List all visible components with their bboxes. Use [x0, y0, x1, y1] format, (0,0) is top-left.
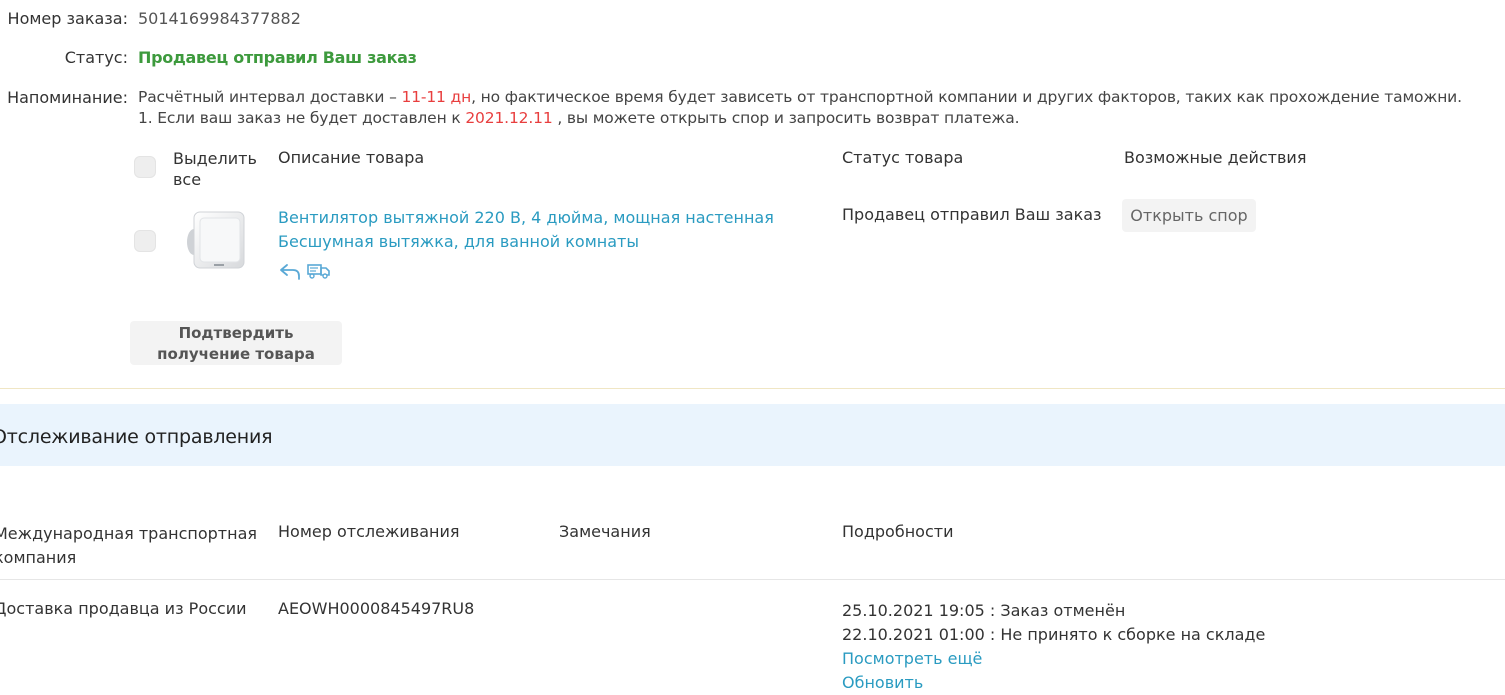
carrier-name: Доставка продавца из России — [0, 599, 247, 618]
deadline-date: 2021.12.11 — [465, 109, 553, 127]
tracking-number: AEOWH0000845497RU8 — [278, 599, 475, 618]
tracking-event: 22.10.2021 01:00 : Не принято к сборке н… — [842, 625, 1266, 644]
product-service-icons — [279, 262, 331, 284]
tracking-title: Отслеживание отправления — [0, 426, 273, 448]
column-header-company: Международная транспортная компания — [0, 522, 257, 570]
reminder-line-2: 1. Если ваш заказ не будет доставлен к 2… — [138, 109, 1020, 127]
column-header-company-line: компания — [0, 548, 77, 567]
select-all-label-line: все — [173, 170, 202, 189]
exhaust-fan-image — [187, 211, 245, 269]
product-title-line: Бесшумная вытяжка, для ванной комнаты — [278, 232, 640, 251]
column-header-company-line: Международная транспортная — [0, 524, 257, 543]
open-dispute-button[interactable]: Открыть спор — [1122, 199, 1256, 232]
item-status: Продавец отправил Ваш заказ — [842, 205, 1102, 224]
reminder-line-1: Расчётный интервал доставки – 11-11 дн, … — [138, 88, 1462, 106]
confirm-receipt-label: получение товара — [157, 345, 315, 363]
column-header-status: Статус товара — [842, 148, 964, 167]
reminder-text: , но фактическое время будет зависеть от… — [471, 88, 1462, 106]
column-header-description: Описание товара — [278, 148, 425, 167]
column-header-tracking-number: Номер отслеживания — [278, 522, 460, 541]
select-all-label: Выделить все — [173, 148, 257, 190]
confirm-receipt-button[interactable]: Подтвердить получение товара — [130, 321, 342, 365]
status-label: Статус: — [64, 48, 128, 67]
return-arrow-icon[interactable] — [279, 262, 301, 280]
section-divider — [0, 388, 1505, 389]
column-header-details: Подробности — [842, 522, 954, 541]
table-divider — [0, 579, 1505, 580]
order-number-value: 5014169984377882 — [138, 9, 301, 28]
product-image[interactable] — [184, 210, 248, 272]
item-checkbox[interactable] — [134, 230, 156, 252]
reminder-label: Напоминание: — [7, 88, 128, 107]
reminder-text: 1. Если ваш заказ не будет доставлен к — [138, 109, 461, 127]
column-header-actions: Возможные действия — [1124, 148, 1307, 167]
tracking-details: 25.10.2021 19:05 : Заказ отменён 22.10.2… — [842, 599, 1265, 695]
order-number-label: Номер заказа: — [7, 9, 128, 28]
column-header-remarks: Замечания — [559, 522, 651, 541]
delivery-days: 11-11 дн — [401, 88, 472, 106]
confirm-receipt-label: Подтвердить — [178, 324, 294, 342]
tracking-event: 25.10.2021 19:05 : Заказ отменён — [842, 601, 1126, 620]
delivery-truck-icon[interactable] — [307, 262, 331, 280]
reminder-text: Расчётный интервал доставки – — [138, 88, 397, 106]
status-value: Продавец отправил Ваш заказ — [138, 48, 417, 67]
select-all-checkbox[interactable] — [134, 156, 156, 178]
reminder-text: , вы можете открыть спор и запросить воз… — [557, 109, 1020, 127]
refresh-link[interactable]: Обновить — [842, 671, 1265, 695]
view-more-link[interactable]: Посмотреть ещё — [842, 647, 1265, 671]
product-title-link[interactable]: Вентилятор вытяжной 220 В, 4 дюйма, мощн… — [278, 206, 774, 254]
select-all-label-line: Выделить — [173, 149, 257, 168]
product-title-line: Вентилятор вытяжной 220 В, 4 дюйма, мощн… — [278, 208, 774, 227]
